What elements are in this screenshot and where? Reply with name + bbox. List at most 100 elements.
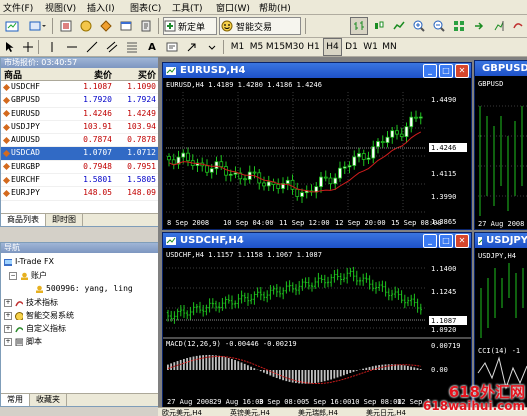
- vertical-line-button[interactable]: [44, 38, 60, 56]
- tab-symbols[interactable]: 商品列表: [1, 214, 46, 226]
- close-button[interactable]: ✕: [455, 64, 469, 78]
- data-window-button[interactable]: [77, 17, 95, 35]
- zoom-in-button[interactable]: [410, 17, 428, 35]
- candlestick-button[interactable]: [370, 17, 388, 35]
- maximize-button[interactable]: □: [439, 64, 453, 78]
- arrow-dropdown-button[interactable]: [204, 38, 220, 56]
- expand-icon[interactable]: +: [4, 299, 12, 307]
- nav-experts[interactable]: + 智能交易系统: [4, 310, 74, 321]
- col-symbol[interactable]: 商品: [1, 68, 68, 80]
- nav-indicators[interactable]: + 技术指标: [4, 297, 58, 308]
- expand-icon[interactable]: +: [4, 338, 12, 346]
- text-label-button[interactable]: [164, 38, 180, 56]
- chart-plot-eurusd[interactable]: EURUSD,H4 1.4189 1.4280 1.4186 1.4246 1.…: [163, 78, 471, 228]
- cursor-button[interactable]: [2, 38, 18, 56]
- chart-shift-button[interactable]: [490, 17, 508, 35]
- terminal-button[interactable]: [117, 17, 135, 35]
- tab-common[interactable]: 常用: [1, 394, 30, 406]
- arrow-tool-button[interactable]: [184, 38, 200, 56]
- horizontal-line-button[interactable]: [64, 38, 80, 56]
- text-tool-button[interactable]: A: [144, 38, 160, 56]
- nav-account-item[interactable]: 500996: yang, ling: [35, 284, 133, 293]
- nav-scripts[interactable]: + 脚本: [4, 336, 42, 347]
- trendline-button[interactable]: [84, 38, 100, 56]
- candle-body: [187, 153, 190, 161]
- expand-icon[interactable]: +: [4, 312, 12, 320]
- collapse-icon[interactable]: −: [9, 272, 17, 280]
- chart-title-gbpusd[interactable]: GBPUSD: [475, 61, 527, 76]
- line-chart-button[interactable]: [390, 17, 408, 35]
- nav-root[interactable]: I-Trade FX: [4, 257, 54, 266]
- chart-title-eurusd[interactable]: EURUSD,H4 _ □ ✕: [163, 63, 471, 78]
- navigator-button[interactable]: [97, 17, 115, 35]
- timeframe-m1-button[interactable]: M1: [228, 38, 247, 56]
- autoscroll-button[interactable]: [470, 17, 488, 35]
- market-watch-row[interactable]: AUDUSD0.78740.7878: [1, 134, 158, 147]
- tab-tick-chart[interactable]: 即时图: [46, 214, 83, 226]
- expand-icon[interactable]: +: [4, 325, 12, 333]
- fibonacci-button[interactable]: [124, 38, 140, 56]
- channel-button[interactable]: [104, 38, 120, 56]
- market-watch-row[interactable]: EURGBP0.79480.7951: [1, 161, 158, 174]
- close-button[interactable]: ✕: [455, 234, 469, 248]
- chart-window-gbpusd[interactable]: GBPUSD GBPUSD 27 Aug 2008: [474, 60, 527, 230]
- tab-favorites[interactable]: 收藏夹: [30, 394, 67, 406]
- chart-title-usdjpy[interactable]: USDJPY: [475, 233, 527, 248]
- market-watch-row[interactable]: GBPUSD1.79201.7924: [1, 94, 158, 107]
- horizontal-line-icon: [66, 41, 78, 53]
- timeframe-m15-button[interactable]: M15: [266, 38, 285, 56]
- symbol-icon: [3, 163, 10, 170]
- timeframe-m5-button[interactable]: M5: [247, 38, 266, 56]
- chart-window-usdchf[interactable]: USDCHF,H4 _ □ ✕ USDCHF,H4 1.1157 1.1158 …: [162, 232, 472, 409]
- timeframe-h4-button[interactable]: H4: [323, 38, 342, 56]
- menu-file[interactable]: 文件(F): [3, 1, 33, 14]
- expert-advisors-button[interactable]: 智能交易: [219, 17, 301, 35]
- market-watch-row[interactable]: USDCHF1.10871.1090: [1, 81, 158, 94]
- minimize-button[interactable]: _: [423, 234, 437, 248]
- market-watch-row[interactable]: USDCAD1.07071.0712: [1, 147, 158, 160]
- maximize-button[interactable]: □: [439, 234, 453, 248]
- timeframe-d1-button[interactable]: D1: [342, 38, 361, 56]
- minimize-button[interactable]: _: [423, 64, 437, 78]
- macd-bar: [407, 366, 409, 370]
- macd-bar: [420, 369, 422, 370]
- menu-window[interactable]: 窗口(W): [216, 1, 250, 14]
- new-chart-button[interactable]: [2, 17, 22, 35]
- market-watch-button[interactable]: [57, 17, 75, 35]
- nav-accounts[interactable]: − 账户: [9, 270, 47, 281]
- nav-experts-label: 智能交易系统: [26, 310, 74, 321]
- candle-body: [415, 117, 418, 118]
- bar-chart-button[interactable]: [350, 17, 368, 35]
- new-order-button[interactable]: 新定单: [163, 17, 217, 35]
- timeframe-m30-button[interactable]: M30: [285, 38, 304, 56]
- market-watch-row[interactable]: EURCHF1.58011.5805: [1, 174, 158, 187]
- zoom-out-button[interactable]: [430, 17, 448, 35]
- chart-title-usdchf[interactable]: USDCHF,H4 _ □ ✕: [163, 233, 471, 248]
- macd-bar: [250, 367, 252, 370]
- chart-plot-gbpusd[interactable]: GBPUSD 27 Aug 2008: [475, 76, 527, 228]
- timeframe-mn-button[interactable]: MN: [380, 38, 399, 56]
- profiles-button[interactable]: [26, 17, 50, 35]
- tester-button[interactable]: [137, 17, 155, 35]
- menu-insert[interactable]: 插入(I): [87, 1, 115, 14]
- crosshair-button[interactable]: [20, 38, 36, 56]
- col-bid[interactable]: 卖价: [68, 68, 112, 80]
- menu-tools[interactable]: 工具(T): [172, 1, 203, 14]
- timeframe-w1-button[interactable]: W1: [361, 38, 380, 56]
- vertical-line-icon: [46, 41, 58, 53]
- market-watch-row[interactable]: EURJPY148.05148.09: [1, 187, 158, 200]
- market-watch-row[interactable]: USDJPY103.91103.94: [1, 121, 158, 134]
- tile-windows-button[interactable]: [450, 17, 468, 35]
- col-ask[interactable]: 买价: [112, 68, 156, 80]
- menu-view[interactable]: 视图(V): [45, 1, 76, 14]
- timeframe-h1-button[interactable]: H1: [304, 38, 323, 56]
- nav-custom-indicators[interactable]: + 自定义指标: [4, 323, 66, 334]
- symbol-text: EURCHF: [11, 174, 40, 186]
- menu-help[interactable]: 帮助(H): [259, 1, 291, 14]
- menu-chart[interactable]: 图表(C): [130, 1, 161, 14]
- chart-window-eurusd[interactable]: EURUSD,H4 _ □ ✕ EURUSD,H4 1.4189 1.4280 …: [162, 62, 472, 230]
- market-watch-row[interactable]: EURUSD1.42461.4249: [1, 108, 158, 121]
- indicators-button[interactable]: [510, 17, 526, 35]
- chart-header-gbpusd: GBPUSD: [478, 80, 503, 88]
- macd-bar: [385, 364, 387, 370]
